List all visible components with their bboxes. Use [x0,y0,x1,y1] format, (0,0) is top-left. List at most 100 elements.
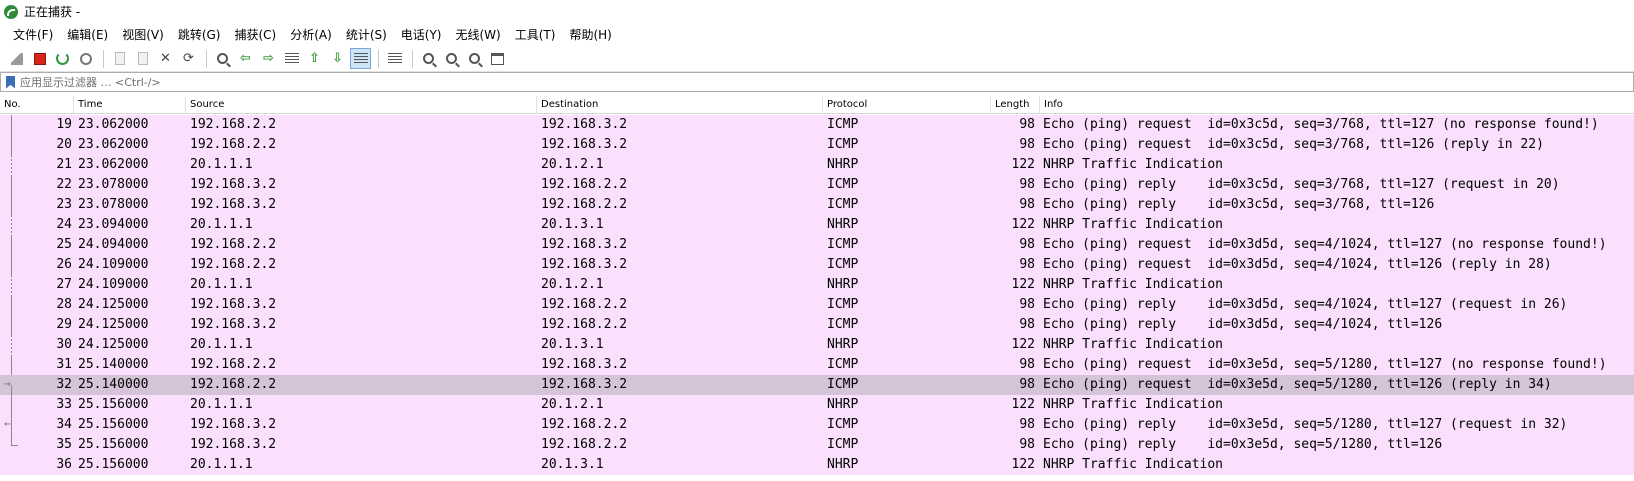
toolbar-separator [412,49,413,68]
menu-tools[interactable]: 工具(T) [508,24,563,45]
packet-no-cell: 21 [56,157,72,172]
zoom-in-icon[interactable] [418,48,439,69]
menu-telephony[interactable]: 电话(Y) [394,24,449,45]
packet-row[interactable]: 23 23.078000 192.168.3.2 192.168.2.2 ICMP 98 E… [0,195,1634,215]
shark-fin-start-icon[interactable] [6,48,27,69]
column-header-destination[interactable]: Destination [537,96,823,114]
close-file-icon[interactable]: ✕ [155,48,176,69]
zoom-reset-icon[interactable] [464,48,485,69]
colorize-icon[interactable] [384,48,405,69]
first-packet-icon[interactable]: ⇧ [304,48,325,69]
packet-protocol-cell: ICMP [827,137,859,152]
packet-no-cell: 19 [56,117,72,132]
last-packet-icon[interactable]: ⇩ [327,48,348,69]
toolbar-separator [378,49,379,68]
column-header-no[interactable]: No. [0,96,74,114]
packet-protocol-cell: NHRP [827,337,859,352]
packet-row[interactable]: 26 24.109000 192.168.2.2 192.168.3.2 ICMP 98 E… [0,255,1634,275]
packet-source-cell: 192.168.2.2 [190,377,277,392]
title-bar: 正在捕获 - [0,0,1634,23]
packet-no-cell: 23 [56,197,72,212]
packet-protocol-cell: NHRP [827,217,859,232]
resize-columns-icon[interactable] [487,48,508,69]
packet-time-cell: 23.078000 [78,197,149,212]
packet-destination-cell: 192.168.2.2 [541,317,628,332]
packet-time-cell: 24.109000 [78,257,149,272]
restart-capture-icon[interactable] [52,48,73,69]
column-header-length[interactable]: Length [991,96,1040,114]
packet-row[interactable]: 19 23.062000 192.168.2.2 192.168.3.2 ICMP 98 E… [0,115,1634,135]
capture-options-icon[interactable] [75,48,96,69]
menu-go[interactable]: 跳转(G) [171,24,228,45]
go-forward-icon[interactable]: ⇨ [258,48,279,69]
packet-row[interactable]: 32 25.140000 192.168.2.2 192.168.3.2 ICMP 98 E… [0,374,1634,395]
go-to-packet-icon[interactable] [281,48,302,69]
menu-analyze[interactable]: 分析(A) [283,24,339,45]
packet-row[interactable]: 33 25.156000 20.1.1.1 20.1.2.1 NHRP 122 NHRP T… [0,395,1634,415]
packet-row[interactable]: 29 24.125000 192.168.3.2 192.168.2.2 ICMP 98 E… [0,315,1634,335]
column-header-protocol[interactable]: Protocol [823,96,991,114]
packet-row[interactable]: 22 23.078000 192.168.3.2 192.168.2.2 ICMP 98 E… [0,175,1634,195]
menu-capture[interactable]: 捕获(C) [227,24,283,45]
packet-length-cell: 122 [1011,157,1035,172]
packet-length-cell: 122 [1011,457,1035,472]
column-header-source[interactable]: Source [186,96,537,114]
packet-row[interactable]: 34 25.156000 192.168.3.2 192.168.2.2 ICMP 98 E… [0,414,1634,435]
packet-no-cell: 36 [56,457,72,472]
packet-row[interactable]: 20 23.062000 192.168.2.2 192.168.3.2 ICMP 98 E… [0,135,1634,155]
open-file-icon[interactable] [109,48,130,69]
packet-destination-cell: 192.168.3.2 [541,377,628,392]
packet-info-cell: NHRP Traffic Indication [1043,457,1224,472]
bookmark-icon[interactable] [6,75,15,89]
packet-source-cell: 20.1.1.1 [190,217,253,232]
packet-destination-cell: 20.1.3.1 [541,217,604,232]
menu-file[interactable]: 文件(F) [6,24,60,45]
packet-protocol-cell: ICMP [827,177,859,192]
packet-length-cell: 98 [1019,357,1035,372]
find-packet-icon[interactable] [212,48,233,69]
packet-time-cell: 25.140000 [78,357,149,372]
packet-row[interactable]: 27 24.109000 20.1.1.1 20.1.2.1 NHRP 122 NHRP T… [0,275,1634,295]
menu-wireless[interactable]: 无线(W) [449,24,508,45]
packet-source-cell: 192.168.3.2 [190,437,277,452]
packet-row[interactable]: 21 23.062000 20.1.1.1 20.1.2.1 NHRP 122 NHRP T… [0,155,1634,175]
packet-no-cell: 28 [56,297,72,312]
display-filter-input[interactable] [20,75,1620,89]
packet-source-cell: 192.168.2.2 [190,257,277,272]
packet-source-cell: 192.168.3.2 [190,317,277,332]
packet-length-cell: 98 [1019,257,1035,272]
packet-info-cell: Echo (ping) reply id=0x3d5d, seq=4/1024,… [1043,317,1443,332]
packet-info-cell: Echo (ping) reply id=0x3c5d, seq=3/768, … [1043,177,1560,192]
packet-row[interactable]: 30 24.125000 20.1.1.1 20.1.3.1 NHRP 122 NHRP T… [0,335,1634,355]
column-header-info[interactable]: Info [1040,96,1634,114]
column-header-time[interactable]: Time [74,96,186,114]
packet-destination-cell: 192.168.2.2 [541,437,628,452]
packet-row[interactable]: 35 25.156000 192.168.3.2 192.168.2.2 ICMP 98 E… [0,435,1634,455]
packet-row[interactable]: 25 24.094000 192.168.2.2 192.168.3.2 ICMP 98 E… [0,235,1634,255]
menu-view[interactable]: 视图(V) [115,24,171,45]
packet-no-cell: 27 [56,277,72,292]
packet-source-cell: 192.168.2.2 [190,117,277,132]
toolbar-separator [206,49,207,68]
packet-time-cell: 25.140000 [78,377,149,392]
menu-statistics[interactable]: 统计(S) [339,24,394,45]
go-back-icon[interactable]: ⇦ [235,48,256,69]
packet-row[interactable]: 24 23.094000 20.1.1.1 20.1.3.1 NHRP 122 NHRP T… [0,215,1634,235]
packet-info-cell: NHRP Traffic Indication [1043,217,1224,232]
packet-no-cell: 30 [56,337,72,352]
packet-length-cell: 98 [1019,417,1035,432]
menu-edit[interactable]: 编辑(E) [60,24,115,45]
auto-scroll-icon[interactable] [350,48,371,69]
zoom-out-icon[interactable] [441,48,462,69]
save-file-icon[interactable] [132,48,153,69]
packet-row[interactable]: 36 25.156000 20.1.1.1 20.1.3.1 NHRP 122 NHRP T… [0,455,1634,475]
menu-help[interactable]: 帮助(H) [562,24,618,45]
packet-row[interactable]: 28 24.125000 192.168.3.2 192.168.2.2 ICMP 98 E… [0,295,1634,315]
packet-info-cell: NHRP Traffic Indication [1043,157,1224,172]
packet-info-cell: Echo (ping) request id=0x3c5d, seq=3/768… [1043,117,1599,132]
stop-capture-icon[interactable] [29,48,50,69]
packet-time-cell: 24.125000 [78,337,149,352]
packet-source-cell: 20.1.1.1 [190,457,253,472]
packet-row[interactable]: 31 25.140000 192.168.2.2 192.168.3.2 ICMP 98 E… [0,355,1634,375]
reload-file-icon[interactable]: ⟳ [178,48,199,69]
